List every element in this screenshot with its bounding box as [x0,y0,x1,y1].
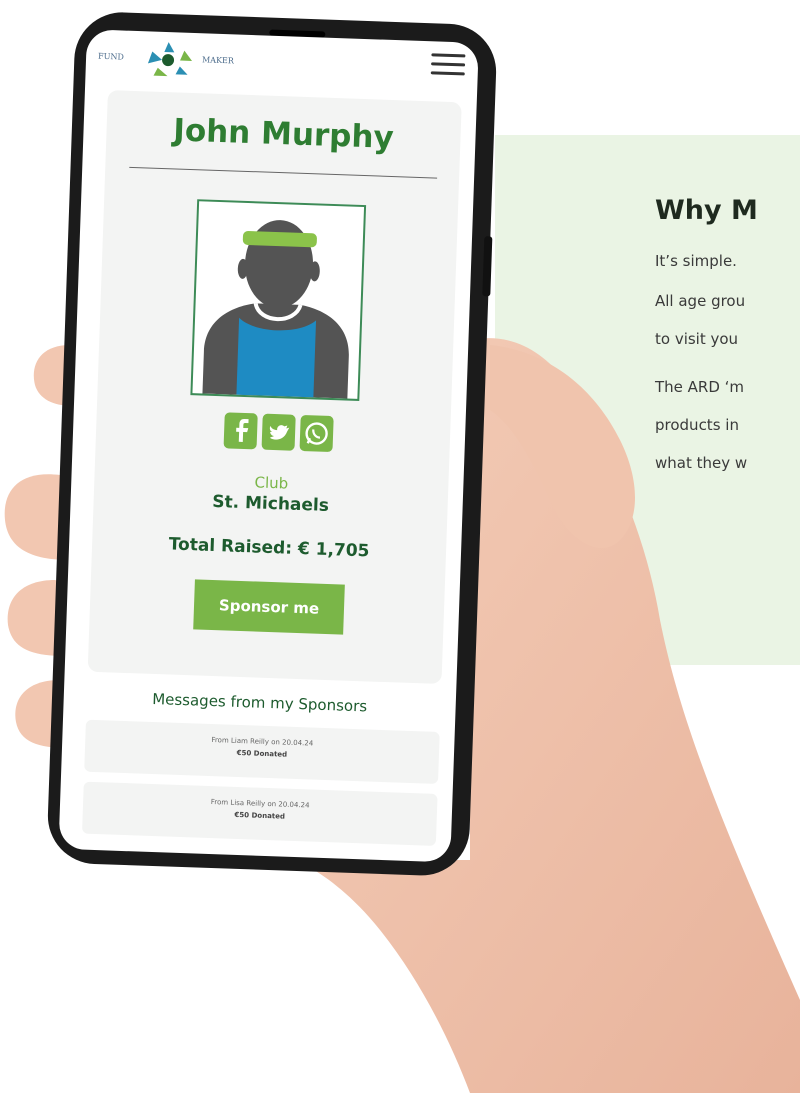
fundmaker-logo[interactable]: FUND MAKER [97,38,238,81]
phone-screen: FUND MAKER John Murphy Club St. Michaels… [58,29,479,863]
sponsor-me-button[interactable]: Sponsor me [193,579,345,635]
logo-right-text: MAKER [201,55,235,66]
facebook-icon[interactable] [223,412,258,450]
logo-mark-icon [147,42,193,77]
total-raised: Total Raised: € 1,705 [168,534,370,562]
divider [129,166,438,179]
social-share [223,412,334,458]
athlete-avatar-icon [202,220,349,399]
menu-icon[interactable] [430,53,466,80]
avatar [190,199,367,401]
list-item: From Lisa Reilly on 20.04.24 €50 Donated [82,781,438,846]
twitter-icon[interactable] [261,413,296,451]
logo-left-text: FUND [97,51,125,62]
messages-title: Messages from my Sponsors [151,689,368,716]
profile-name: John Murphy [172,112,395,157]
profile-card: John Murphy Club St. Michaels Total Rais… [87,90,462,685]
list-item: From Liam Reilly on 20.04.24 €50 Donated [84,719,440,784]
whatsapp-icon[interactable] [299,414,334,453]
